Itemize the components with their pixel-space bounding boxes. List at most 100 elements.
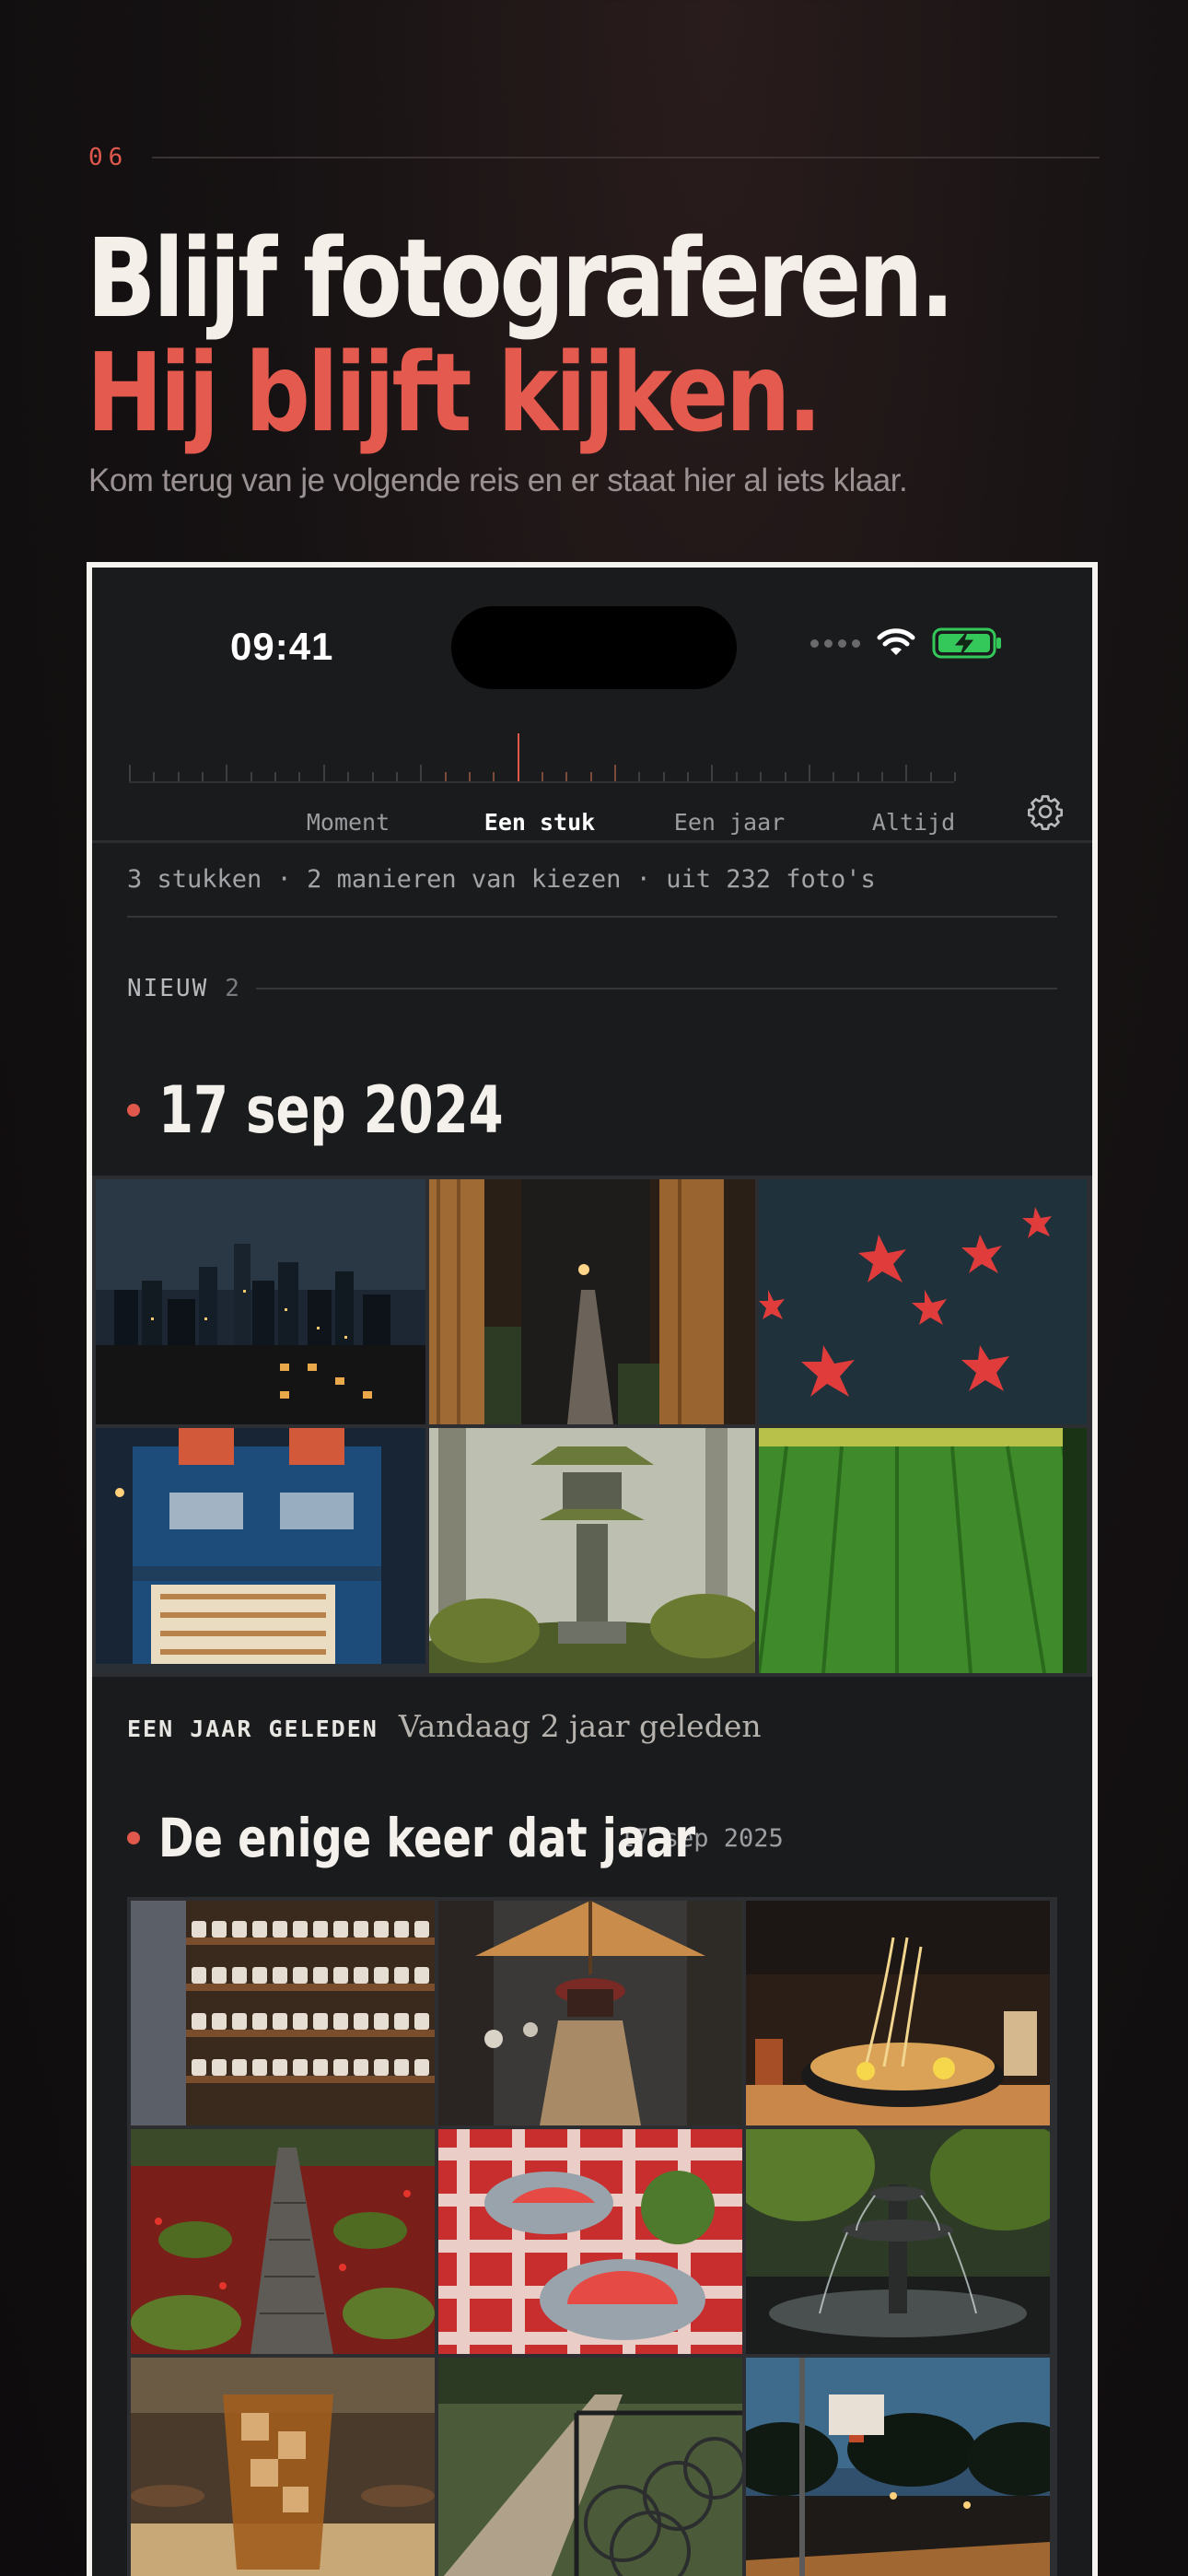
cup-shape [313, 2059, 328, 2076]
eyebrow-divider [152, 157, 1100, 158]
scale-tick [857, 772, 859, 781]
scale-tick [226, 765, 227, 781]
cup-shape [293, 1921, 308, 1938]
tab-moment[interactable]: Moment [307, 809, 390, 836]
scale-tick [565, 772, 567, 781]
scale-tick [493, 772, 495, 781]
scale-tick [954, 772, 956, 781]
memory-caption: Vandaag 2 jaar geleden [398, 1708, 762, 1744]
cup-shape [414, 1967, 429, 1984]
cup-shape [374, 2013, 389, 2030]
photo-city-night[interactable] [96, 1179, 425, 1424]
cup-shape [192, 2059, 206, 2076]
photo-convenience-store[interactable] [96, 1428, 425, 1673]
photo-iced-tea[interactable] [131, 2358, 435, 2576]
cup-shape [232, 1967, 247, 1984]
wifi-icon [877, 628, 915, 655]
cup-shape [414, 1921, 429, 1938]
cup-shape [333, 1921, 348, 1938]
phone-screen: 09:41 Moment Een stuk Een jaar Altijd 3 … [87, 562, 1098, 2576]
summary-text: 3 stukken · 2 manieren van kiezen · uit … [127, 865, 876, 894]
scale-tick [760, 772, 762, 781]
cup-shape [293, 2013, 308, 2030]
cup-shape [212, 1921, 227, 1938]
scale-tick [178, 772, 180, 781]
scale-tick [542, 772, 543, 781]
signal-icon [810, 638, 860, 648]
cup-shape [333, 2059, 348, 2076]
cup-shape [293, 2059, 308, 2076]
cup-shape [354, 2013, 368, 2030]
new-section-count: 2 [225, 975, 239, 1002]
tab-een-jaar[interactable]: Een jaar [674, 809, 785, 836]
cup-shape [313, 1967, 328, 1984]
subheadline: Kom terug van je volgende reis en er sta… [88, 463, 908, 498]
cup-shape [273, 1967, 287, 1984]
scale-tick [298, 772, 300, 781]
scale-tick [785, 772, 786, 781]
cup-shape [252, 2013, 267, 2030]
scale-tick [420, 765, 422, 781]
section-rule [255, 988, 1057, 989]
cup-shape [212, 1967, 227, 1984]
dynamic-island [451, 606, 737, 689]
scale-tick [930, 772, 932, 781]
photo-basketball-court[interactable] [746, 2358, 1050, 2576]
cup-shape [212, 2013, 227, 2030]
photo-alley[interactable] [429, 1179, 755, 1424]
photo-fountain[interactable] [746, 2129, 1050, 2354]
photo-rice-field[interactable] [759, 1428, 1087, 1673]
scale-baseline [129, 781, 954, 783]
group-2-header: De enige keer dat jaar 17 sep 2025 [92, 1744, 1092, 1869]
scale-tick [590, 772, 592, 781]
status-bar: 09:41 [92, 568, 1092, 706]
scale-tick [445, 772, 447, 781]
photo-umbrella-street[interactable] [438, 1901, 742, 2125]
scale-tick [396, 772, 398, 781]
scale-tick [518, 733, 519, 781]
tab-altijd[interactable]: Altijd [872, 809, 955, 836]
cup-shape [232, 2059, 247, 2076]
scale-tick [347, 772, 349, 781]
memory-label: EEN JAAR GELEDEN [127, 1715, 379, 1742]
cup-shape [232, 1921, 247, 1938]
photo-moss-path[interactable] [131, 2129, 435, 2354]
cup-shape [252, 1967, 267, 1984]
gear-icon[interactable] [1026, 792, 1065, 831]
scale-tick [153, 772, 155, 781]
cup-shape [273, 2013, 287, 2030]
scale-tick [250, 772, 252, 781]
scale-tick [736, 772, 738, 781]
scale-tick [614, 765, 616, 781]
cup-shape [192, 1921, 206, 1938]
cup-shape [333, 1967, 348, 1984]
cup-shape [273, 1921, 287, 1938]
scale-tick [663, 772, 665, 781]
tab-een-stuk[interactable]: Een stuk [484, 809, 595, 836]
cup-shape [192, 1967, 206, 1984]
photo-cups-shelves[interactable] [131, 1901, 435, 2125]
section-number: 06 [88, 144, 129, 171]
cup-shape [414, 2059, 429, 2076]
photo-stone-lantern[interactable] [429, 1428, 755, 1673]
photo-watermelon-picnic[interactable] [438, 2129, 742, 2354]
new-indicator-dot [127, 1104, 140, 1117]
photo-ramen-bowl[interactable] [746, 1901, 1050, 2125]
group-date-header: 17 sep 2024 [92, 1002, 1092, 1150]
group-indicator-dot [127, 1832, 140, 1844]
time-scale-slider[interactable]: Moment Een stuk Een jaar Altijd [92, 706, 1092, 840]
scale-tick [809, 765, 810, 781]
cup-shape [374, 1967, 389, 1984]
scale-tick [638, 772, 640, 781]
photo-bicycles[interactable] [438, 2358, 742, 2576]
cup-shape [252, 2059, 267, 2076]
photo-maple-leaves[interactable] [759, 1179, 1087, 1424]
section-eyebrow: 06 [88, 144, 1100, 171]
scale-tick [881, 772, 883, 781]
battery-charging-icon [932, 627, 1001, 659]
scale-tick [129, 765, 131, 781]
scale-tick [833, 772, 834, 781]
headline-line-2: Hij blijft kijken. [87, 329, 822, 456]
cup-shape [354, 1921, 368, 1938]
photo-grid-1 [92, 1176, 1092, 1677]
